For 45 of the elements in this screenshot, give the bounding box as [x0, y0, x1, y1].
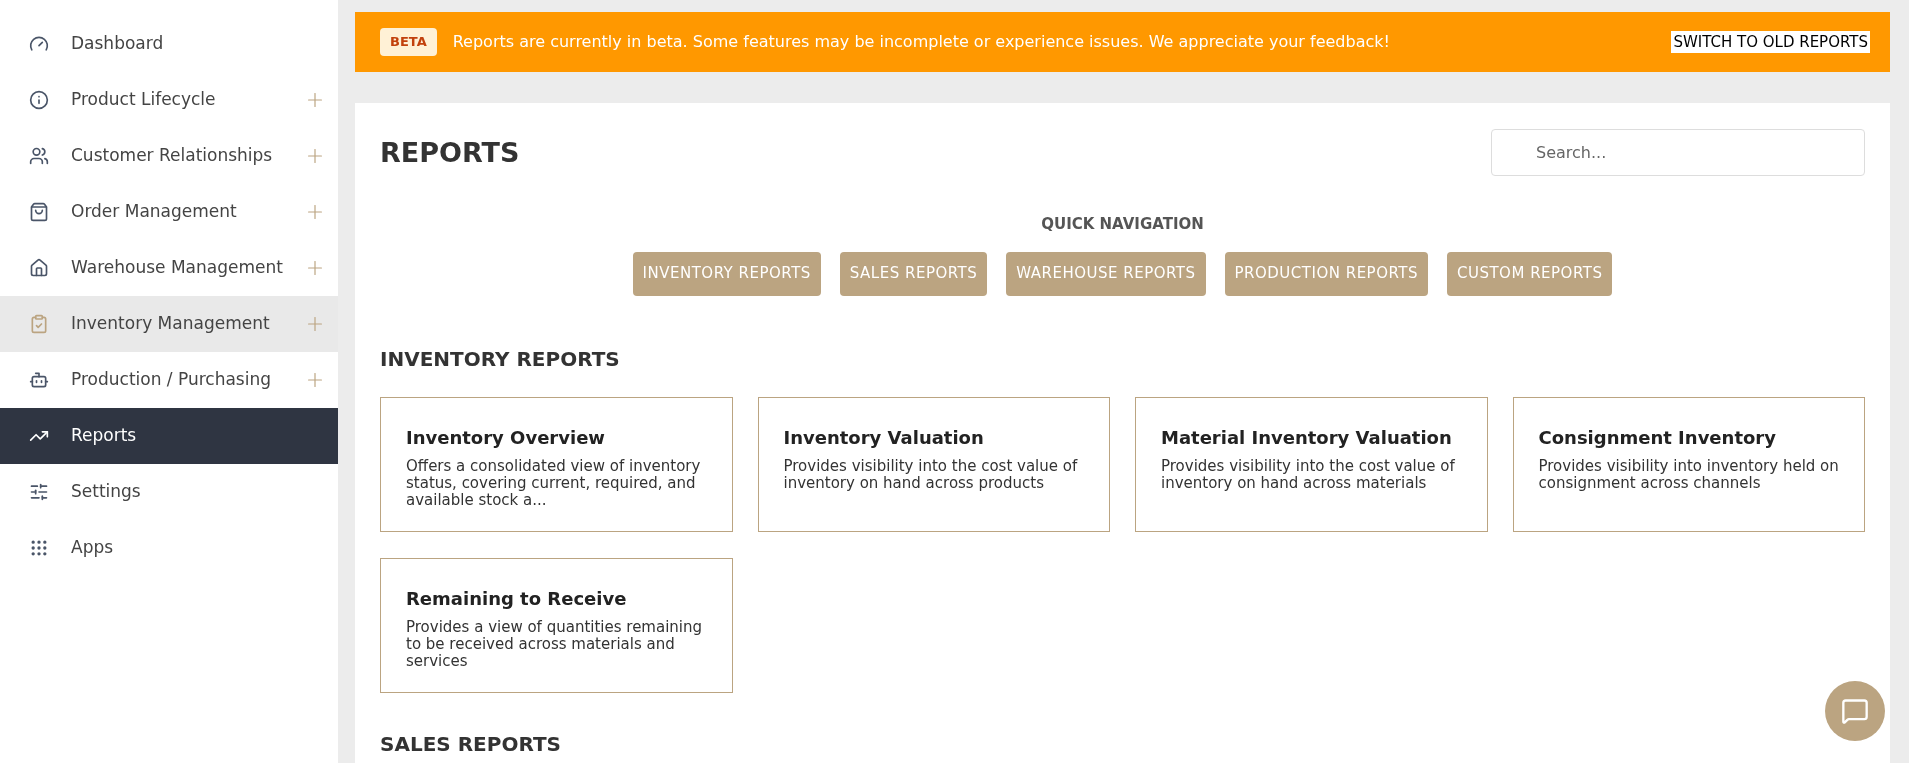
- report-card[interactable]: Inventory Valuation Provides visibility into the cost value of inventory on hand across products: [757, 396, 1110, 532]
- sidebar-label: Dashboard: [71, 32, 164, 56]
- sidebar-label: Warehouse Management: [71, 256, 283, 280]
- people-icon: [29, 146, 49, 166]
- section-heading: SALES REPORTS: [380, 730, 561, 758]
- sidebar-label: Inventory Management: [71, 312, 270, 336]
- card-description: Provides visibility into the cost value of inventory on hand across products: [783, 457, 1079, 492]
- report-card[interactable]: Consignment Inventory Provides visibility into inventory held on consignment across channels: [1512, 396, 1865, 532]
- quick-navigation-title: QUICK NAVIGATION: [1040, 214, 1205, 235]
- sidebar-item[interactable]: Inventory Management: [0, 296, 338, 352]
- report-card[interactable]: Inventory Overview Offers a consolidated view of inventory status, covering current, required, and available stock a...: [380, 396, 733, 532]
- card-description: Provides visibility into the cost value of inventory on hand across materials: [1161, 457, 1456, 492]
- card-description: Provides a view of quantities remaining to be received across materials and services: [406, 618, 704, 670]
- bag-icon: [29, 202, 49, 222]
- robot-icon: [29, 370, 49, 390]
- card-title: Remaining to Receive: [406, 586, 628, 611]
- chat-icon: [1841, 697, 1869, 725]
- beta-badge: BETA: [380, 28, 437, 56]
- card-description: Provides visibility into inventory held on consignment across channels: [1538, 457, 1839, 492]
- card-description: Offers a consolidated view of inventory status, covering current, required, and available stock a...: [406, 457, 702, 509]
- search-field[interactable]: Search...: [1491, 129, 1865, 176]
- banner-message: Reports are currently in beta. Some features may be incomplete or experience issues. We appreciate your feedback!: [452, 31, 1390, 53]
- sidebar-label: Product Lifecycle: [71, 88, 216, 112]
- sidebar-label: Production / Purchasing: [71, 368, 271, 392]
- card-title: Material Inventory Valuation: [1161, 425, 1453, 450]
- sidebar-label: Reports: [71, 424, 137, 448]
- report-card[interactable]: Material Inventory Valuation Provides visibility into the cost value of inventory on hand across materials: [1135, 396, 1488, 532]
- section-heading: INVENTORY REPORTS: [380, 345, 620, 373]
- card-title: Inventory Valuation: [783, 425, 985, 450]
- house-icon: [29, 258, 49, 278]
- card-title: Consignment Inventory: [1538, 425, 1777, 450]
- sidebar-label: Apps: [71, 536, 114, 560]
- page-title: REPORTS: [380, 136, 520, 170]
- clipboard-check-icon: [29, 314, 49, 334]
- info-icon: [29, 90, 49, 110]
- sliders-icon: [29, 482, 49, 502]
- grid-icon: [29, 538, 49, 558]
- switch-old-reports-button[interactable]: SWITCH TO OLD REPORTS: [1671, 30, 1870, 54]
- sidebar-label: Settings: [71, 480, 141, 504]
- gauge-icon: [29, 34, 49, 54]
- sidebar-label: Customer Relationships: [71, 144, 273, 168]
- sidebar-item[interactable]: Reports: [0, 408, 338, 464]
- report-card[interactable]: Remaining to Receive Provides a view of quantities remaining to be received across materials and services: [380, 557, 733, 693]
- card-title: Inventory Overview: [406, 425, 606, 450]
- sidebar-label: Order Management: [71, 200, 237, 224]
